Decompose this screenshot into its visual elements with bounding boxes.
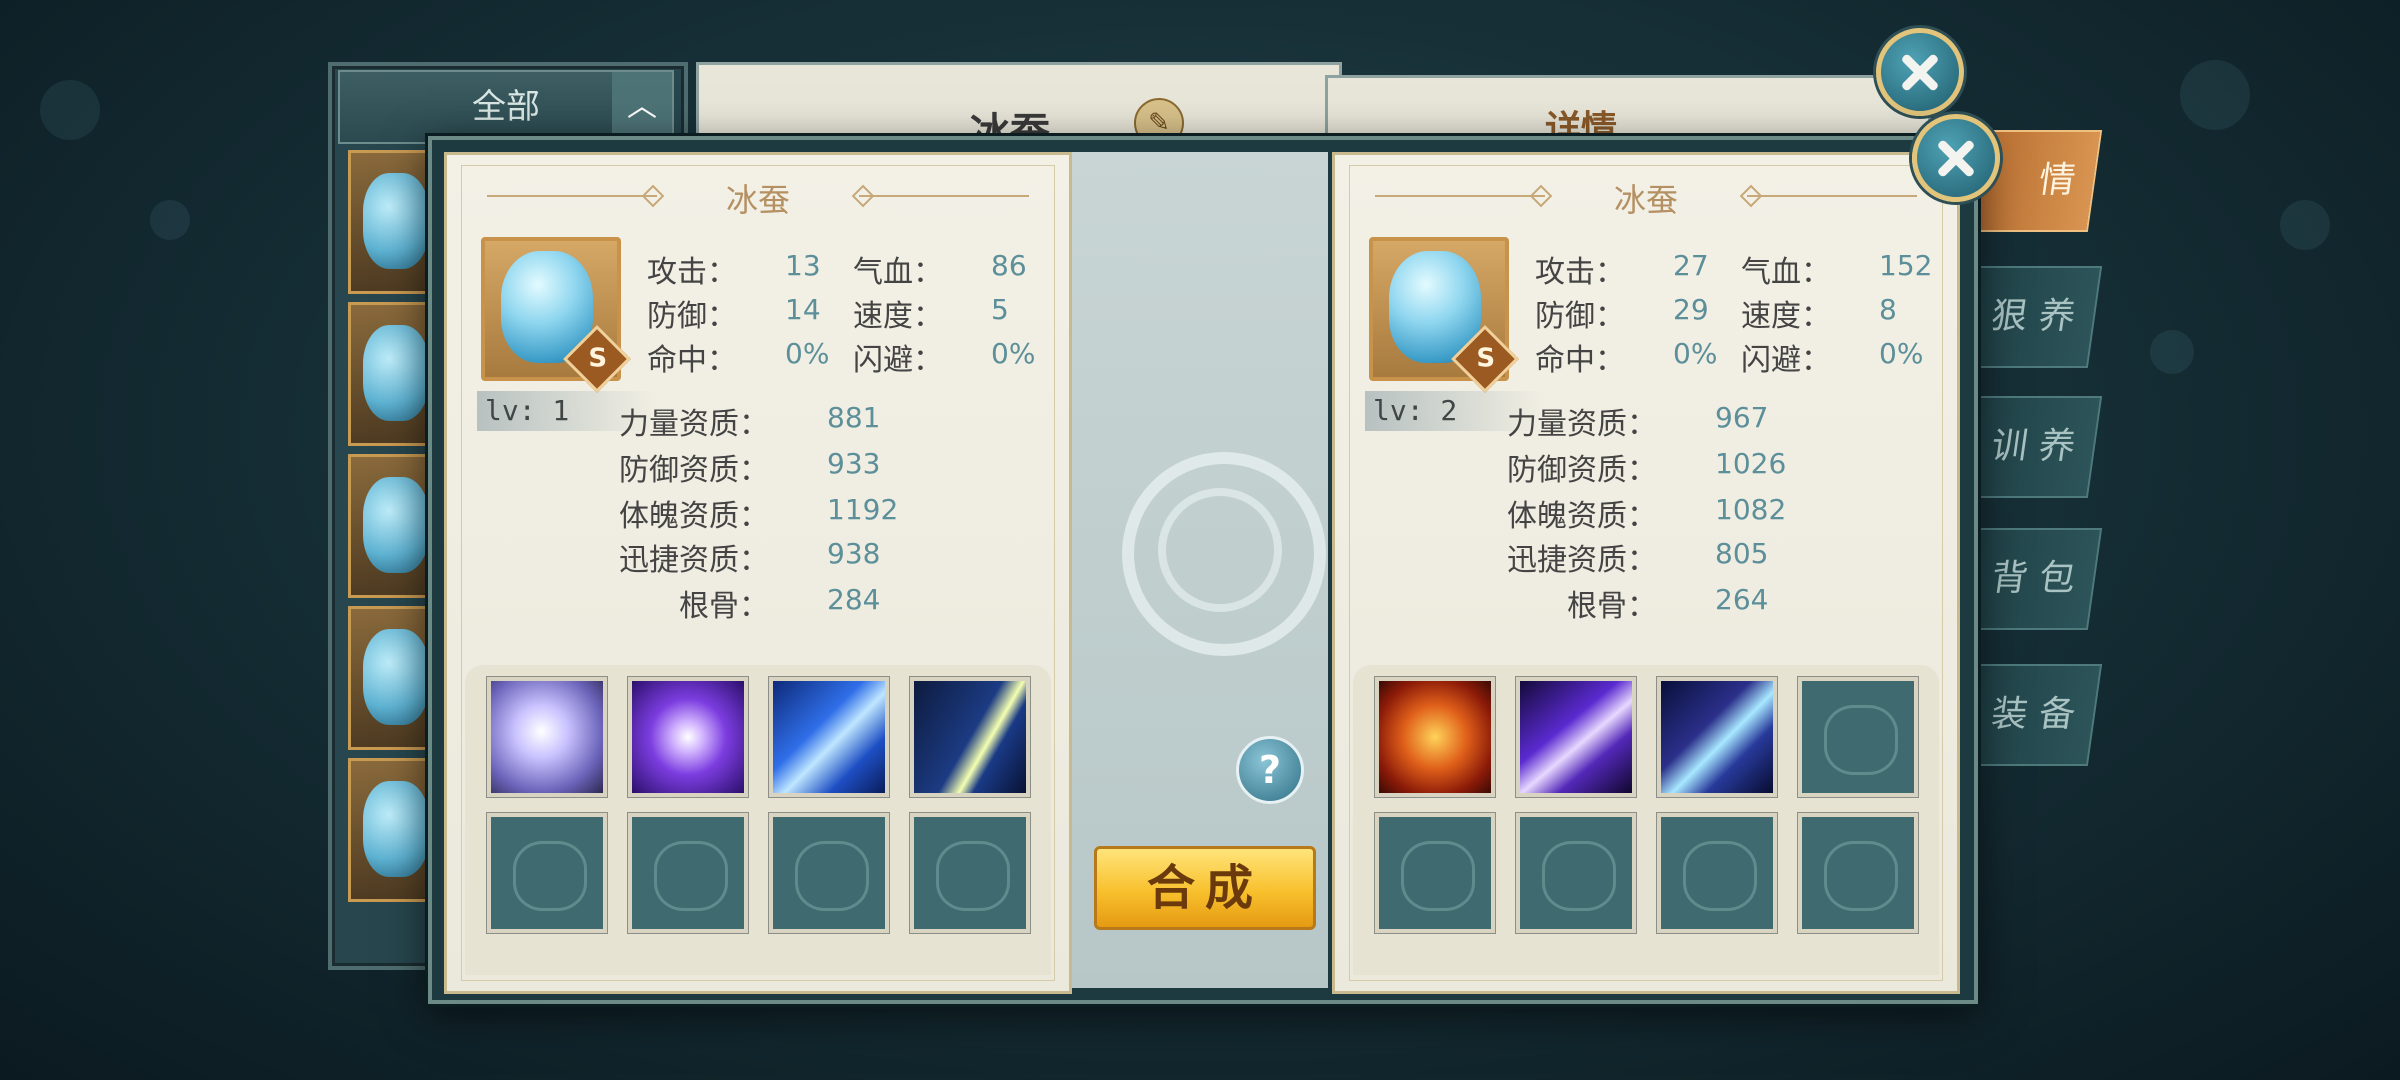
lightning-orb-skill-icon[interactable]	[628, 677, 748, 797]
stat-value: 0%	[1673, 337, 1718, 370]
aptitude-value: 284	[827, 583, 881, 616]
aptitude-label: 力量资质：	[619, 407, 769, 442]
vortex-skill-icon[interactable]	[487, 677, 607, 797]
stat-value: 5	[991, 293, 1009, 326]
background-bokeh	[40, 80, 100, 140]
stat-label: 速度：	[1741, 299, 1831, 334]
stat-value: 27	[1673, 249, 1709, 282]
stat-label: 速度：	[853, 299, 943, 334]
aptitude-value: 264	[1715, 583, 1769, 616]
help-button[interactable]: ?	[1236, 736, 1304, 804]
background-bokeh	[2150, 330, 2194, 374]
pet-filter-dropdown[interactable]: 全部 ︿	[338, 70, 674, 144]
claw-skill-icon[interactable]	[1657, 677, 1777, 797]
aptitude-label: 体魄资质：	[1507, 499, 1657, 534]
empty-skill-slot[interactable]	[1798, 677, 1918, 797]
stat-label: 命中：	[647, 343, 737, 378]
aptitude-value: 805	[1715, 537, 1769, 570]
empty-skill-slot[interactable]	[487, 813, 607, 933]
tab-nurture[interactable]: 狠 养	[1957, 266, 2103, 368]
pet-filter-label: 全部	[472, 87, 540, 127]
aptitude-label: 迅捷资质：	[1507, 543, 1657, 578]
background-close-button[interactable]	[1876, 28, 1964, 116]
aptitude-label: 力量资质：	[1507, 407, 1657, 442]
synthesize-button[interactable]: 合成	[1094, 846, 1316, 930]
tab-equipment[interactable]: 装 备	[1957, 664, 2103, 766]
background-bokeh	[2280, 200, 2330, 250]
stat-value: 0%	[785, 337, 830, 370]
aptitude-value: 1192	[827, 493, 899, 526]
stat-label: 防御：	[647, 299, 737, 334]
empty-skill-slot[interactable]	[1375, 813, 1495, 933]
stat-value: 13	[785, 249, 821, 282]
dragon-emblem-inner	[1158, 488, 1282, 612]
right-pet-panel: 冰蚕 S lv: 2 攻击： 27 气血： 152 防御： 29 速度： 8 命…	[1332, 152, 1960, 994]
stat-value: 86	[991, 249, 1027, 282]
purple-slash-skill-icon[interactable]	[1516, 677, 1636, 797]
aptitude-value: 1082	[1715, 493, 1787, 526]
aptitude-value: 933	[827, 447, 881, 480]
close-dialog-button[interactable]	[1912, 114, 2000, 202]
tab-bag[interactable]: 背 包	[1957, 528, 2103, 630]
speed-arrow-skill-icon[interactable]	[769, 677, 889, 797]
empty-skill-slot[interactable]	[769, 813, 889, 933]
pet-name: 冰蚕	[725, 181, 790, 219]
stat-label: 命中：	[1535, 343, 1625, 378]
empty-skill-slot[interactable]	[1798, 813, 1918, 933]
aptitude-value: 881	[827, 401, 881, 434]
stat-label: 闪避：	[1741, 343, 1831, 378]
pet-name: 冰蚕	[1613, 181, 1678, 219]
stat-value: 0%	[1879, 337, 1924, 370]
empty-skill-slot[interactable]	[628, 813, 748, 933]
stat-label: 气血：	[1741, 255, 1831, 290]
background-bokeh	[150, 200, 190, 240]
aptitude-label: 体魄资质：	[619, 499, 769, 534]
left-pet-panel: 冰蚕 S lv: 1 攻击： 13 气血： 86 防御： 14 速度： 5 命中…	[444, 152, 1072, 994]
aptitude-value: 938	[827, 537, 881, 570]
stat-value: 8	[1879, 293, 1897, 326]
stat-value: 14	[785, 293, 821, 326]
stat-label: 防御：	[1535, 299, 1625, 334]
pet-avatar[interactable]: S	[481, 237, 631, 393]
stat-value: 152	[1879, 249, 1933, 282]
chevron-up-icon[interactable]: ︿	[612, 72, 672, 142]
stat-value: 29	[1673, 293, 1709, 326]
empty-skill-slot[interactable]	[1657, 813, 1777, 933]
empty-skill-slot[interactable]	[1516, 813, 1636, 933]
background-bokeh	[2180, 60, 2250, 130]
aptitude-value: 967	[1715, 401, 1769, 434]
aptitude-label: 防御资质：	[619, 453, 769, 488]
stat-label: 气血：	[853, 255, 943, 290]
stat-label: 闪避：	[853, 343, 943, 378]
pet-synthesis-dialog: 冰蚕 S lv: 1 攻击： 13 气血： 86 防御： 14 速度： 5 命中…	[428, 136, 1978, 1004]
tab-train[interactable]: 训 养	[1957, 396, 2103, 498]
aptitude-label: 防御资质：	[1507, 453, 1657, 488]
aptitude-label: 迅捷资质：	[619, 543, 769, 578]
aptitude-label: 根骨：	[679, 589, 769, 624]
empty-skill-slot[interactable]	[910, 813, 1030, 933]
fire-orb-skill-icon[interactable]	[1375, 677, 1495, 797]
moon-slash-skill-icon[interactable]	[910, 677, 1030, 797]
stat-label: 攻击：	[1535, 255, 1625, 290]
pet-avatar[interactable]: S	[1369, 237, 1519, 393]
stat-label: 攻击：	[647, 255, 737, 290]
aptitude-label: 根骨：	[1567, 589, 1657, 624]
stat-value: 0%	[991, 337, 1036, 370]
aptitude-value: 1026	[1715, 447, 1787, 480]
